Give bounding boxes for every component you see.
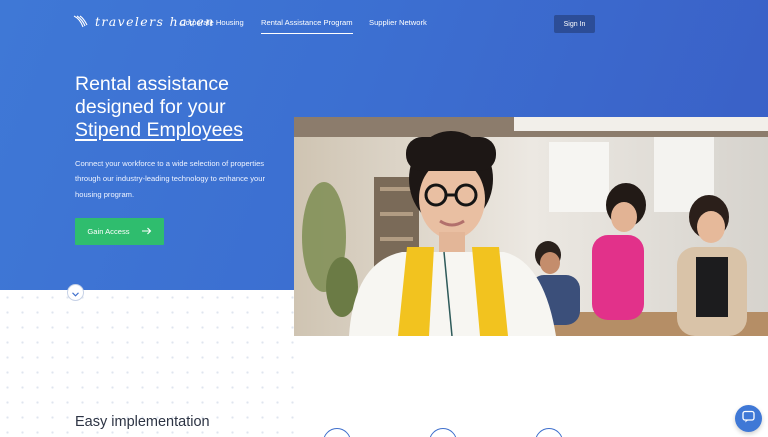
- sign-in-button[interactable]: Sign In: [554, 15, 595, 33]
- office-team-photo: [294, 117, 768, 336]
- hero-subtext: Connect your workforce to a wide selecti…: [75, 159, 265, 199]
- hero-headline: Rental assistance designed for your Stip…: [75, 73, 305, 142]
- chevron-down-icon: [72, 284, 79, 302]
- arrow-right-icon: [141, 227, 152, 237]
- gain-access-label: Gain Access: [87, 227, 130, 236]
- step-circle-3: [535, 428, 563, 437]
- headline-line-2: designed for your: [75, 96, 226, 118]
- section-title: Easy implementation: [75, 414, 210, 430]
- scroll-down-button[interactable]: [67, 284, 84, 301]
- nav-corporate-housing[interactable]: Corporate Housing: [180, 18, 244, 27]
- headline-highlight: Stipend Employees: [75, 119, 244, 141]
- nav-rental-assistance-program[interactable]: Rental Assistance Program: [261, 18, 353, 34]
- headline-line-1: Rental assistance: [75, 73, 229, 95]
- step-circle-2: [429, 428, 457, 437]
- logo-wings-icon: [73, 15, 89, 28]
- gain-access-button[interactable]: Gain Access: [75, 218, 164, 245]
- nav-supplier-network[interactable]: Supplier Network: [369, 18, 427, 27]
- chat-button[interactable]: [735, 405, 762, 432]
- step-circle-1: [323, 428, 351, 437]
- chat-bubble-icon: [742, 410, 755, 428]
